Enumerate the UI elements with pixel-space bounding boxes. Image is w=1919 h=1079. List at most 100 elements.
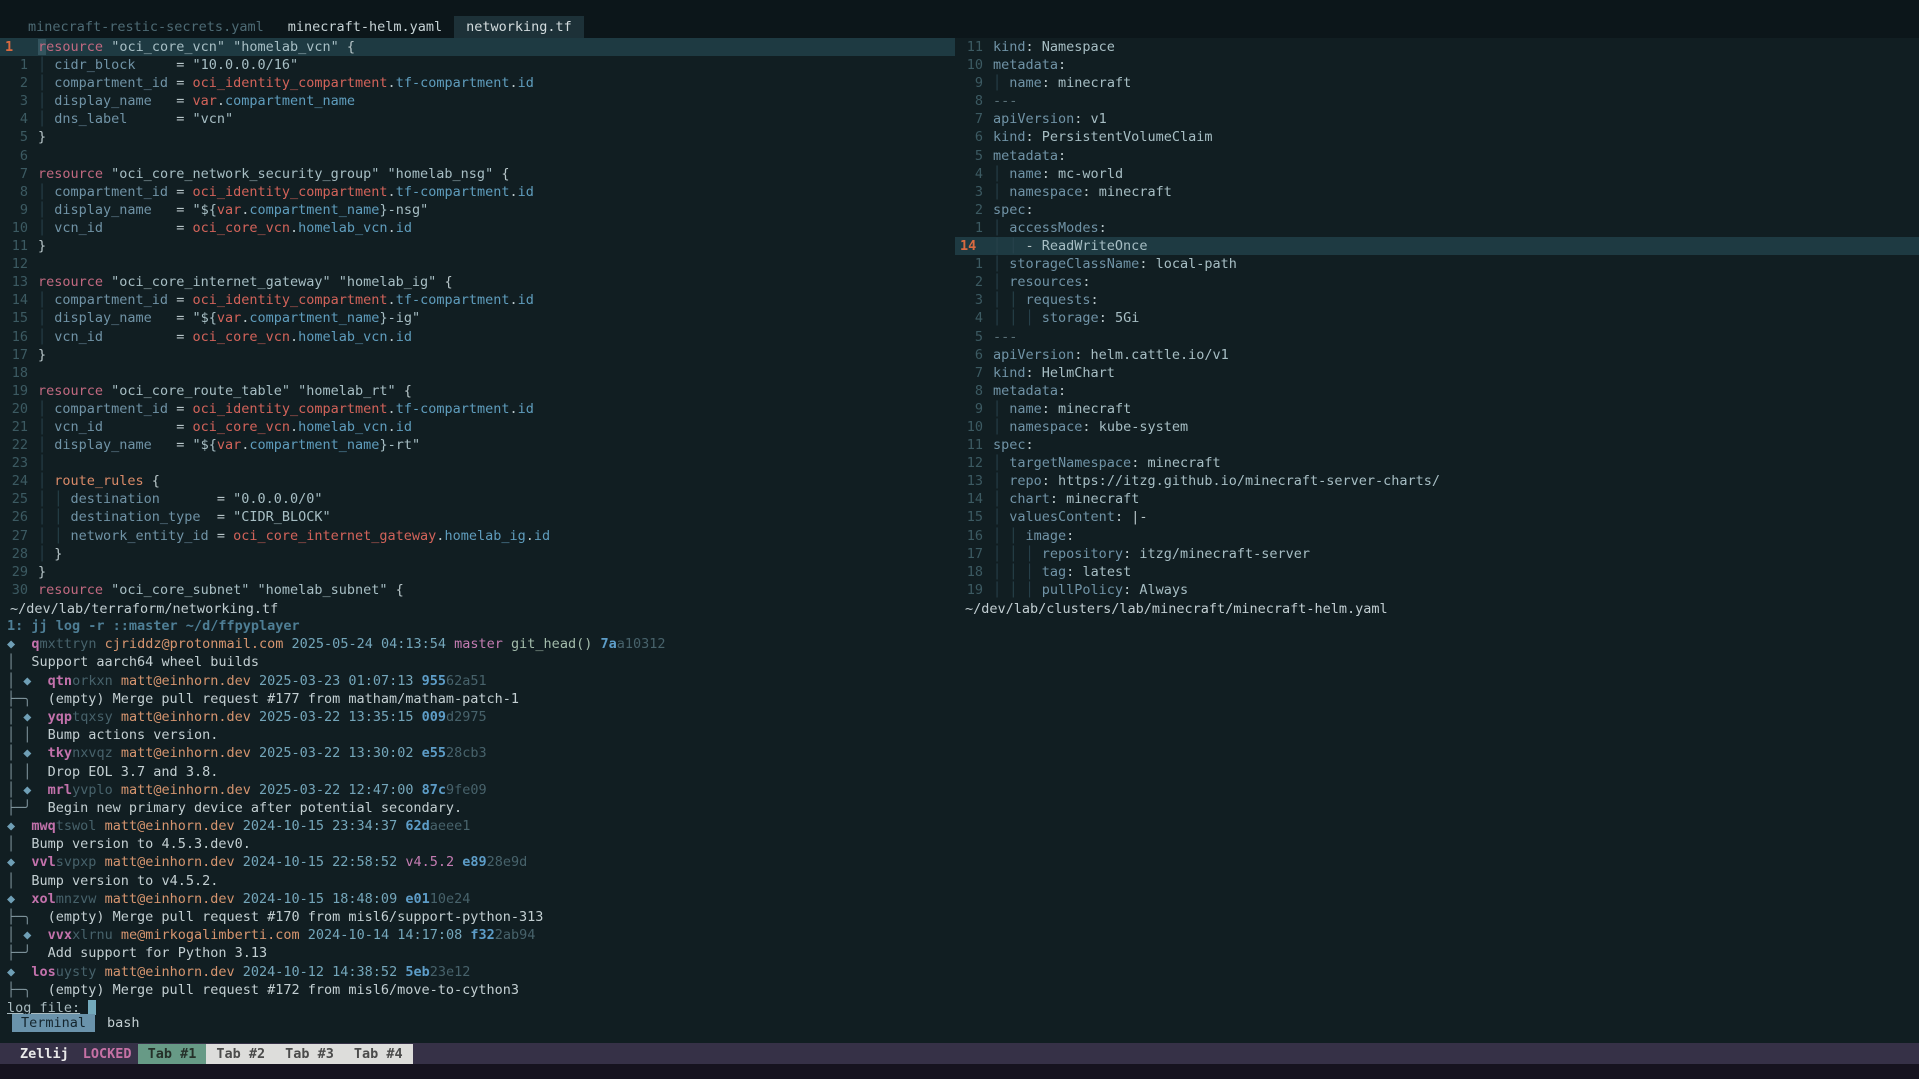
text-segment: vcn_id	[54, 220, 103, 236]
line-number: 26	[0, 508, 30, 526]
buffer-tab[interactable]: minecraft-helm.yaml	[276, 16, 454, 38]
editor-line[interactable]: 19resource "oci_core_route_table" "homel…	[0, 382, 955, 400]
editor-line[interactable]: 5}	[0, 128, 955, 146]
editor-line[interactable]: 10metadata:	[955, 56, 1919, 74]
editor-line[interactable]: 27│ │ network_entity_id = oci_core_inter…	[0, 527, 955, 545]
editor-line[interactable]: 16│ vcn_id = oci_core_vcn.homelab_vcn.id	[0, 328, 955, 346]
text-segment: compartment_id	[54, 184, 168, 200]
text-segment: Namespace	[1042, 39, 1115, 55]
editor-line[interactable]: 9│ name: minecraft	[955, 74, 1919, 92]
editor-line[interactable]: 10│ vcn_id = oci_core_vcn.homelab_vcn.id	[0, 219, 955, 237]
editor-line[interactable]: 19│ │ │ pullPolicy: Always	[955, 581, 1919, 599]
editor-line[interactable]: 2│ resources:	[955, 273, 1919, 291]
editor-line[interactable]: 10│ namespace: kube-system	[955, 418, 1919, 436]
editor-line[interactable]: 1│ storageClassName: local-path	[955, 255, 1919, 273]
editor-line[interactable]: 8metadata:	[955, 382, 1919, 400]
editor-line[interactable]: 4│ name: mc-world	[955, 165, 1919, 183]
editor-line[interactable]: 15│ display_name = "${var.compartment_na…	[0, 309, 955, 327]
editor-line[interactable]: 7resource "oci_core_network_security_gro…	[0, 165, 955, 183]
text-segment: kind	[993, 39, 1026, 55]
editor-line[interactable]: 18	[0, 364, 955, 382]
editor-line[interactable]: 14│ │ - ReadWriteOnce	[955, 237, 1919, 255]
text-segment: .	[388, 401, 396, 417]
code-line: │ repo: https://itzg.github.io/minecraft…	[985, 472, 1440, 490]
text-segment	[103, 39, 111, 55]
editor-line[interactable]: 23│	[0, 454, 955, 472]
text-segment: "vcn"	[192, 111, 233, 127]
editor-line[interactable]: 14│ compartment_id = oci_identity_compar…	[0, 291, 955, 309]
editor-line[interactable]: 4│ │ │ storage: 5Gi	[955, 309, 1919, 327]
editor-line[interactable]: 15│ valuesContent: |-	[955, 508, 1919, 526]
text-segment: {	[144, 473, 160, 489]
text-segment: │ │	[993, 292, 1026, 308]
text-segment: {	[388, 582, 404, 598]
editor-line[interactable]: 25│ │ destination = "0.0.0.0/0"	[0, 490, 955, 508]
editor-line[interactable]: 5metadata:	[955, 147, 1919, 165]
text-segment: ├─╮	[7, 982, 31, 998]
editor-line[interactable]: 17│ │ │ repository: itzg/minecraft-serve…	[955, 545, 1919, 563]
editor-line[interactable]: 6kind: PersistentVolumeClaim	[955, 128, 1919, 146]
line-number: 7	[0, 165, 30, 183]
editor-line[interactable]: 3│ │ requests:	[955, 291, 1919, 309]
buffer-tab[interactable]: networking.tf	[454, 16, 584, 38]
editor-line[interactable]: 2spec:	[955, 201, 1919, 219]
editor-line[interactable]: 11}	[0, 237, 955, 255]
editor-line[interactable]: 2│ compartment_id = oci_identity_compart…	[0, 74, 955, 92]
editor-line[interactable]: 30resource "oci_core_subnet" "homelab_su…	[0, 581, 955, 599]
text-segment: :	[1042, 401, 1058, 417]
editor-pane-networking-tf[interactable]: 1resource "oci_core_vcn" "homelab_vcn" {…	[0, 38, 955, 618]
zellij-tab[interactable]: Tab #4	[344, 1044, 413, 1064]
editor-line[interactable]: 28│ }	[0, 545, 955, 563]
text-segment: .	[388, 419, 396, 435]
editor-line[interactable]: 14│ chart: minecraft	[955, 490, 1919, 508]
line-number: 7	[955, 364, 985, 382]
editor-line[interactable]: 8---	[955, 92, 1919, 110]
editor-line[interactable]: 21│ vcn_id = oci_core_vcn.homelab_vcn.id	[0, 418, 955, 436]
editor-line[interactable]: 22│ display_name = "${var.compartment_na…	[0, 436, 955, 454]
editor-line[interactable]: 9│ name: minecraft	[955, 400, 1919, 418]
editor-line[interactable]: 24│ route_rules {	[0, 472, 955, 490]
editor-line[interactable]: 7apiVersion: v1	[955, 110, 1919, 128]
editor-line[interactable]: 13resource "oci_core_internet_gateway" "…	[0, 273, 955, 291]
editor-line[interactable]: 26│ │ destination_type = "CIDR_BLOCK"	[0, 508, 955, 526]
text-segment: "homelab_vcn"	[233, 39, 339, 55]
editor-line[interactable]: 29}	[0, 563, 955, 581]
buffer-tab[interactable]: minecraft-restic-secrets.yaml	[16, 16, 276, 38]
zellij-tab[interactable]: Tab #2	[206, 1044, 275, 1064]
editor-line[interactable]: 1│ cidr_block = "10.0.0.0/16"	[0, 56, 955, 74]
editor-line[interactable]: 1resource "oci_core_vcn" "homelab_vcn" {	[0, 38, 955, 56]
editor-line[interactable]: 9│ display_name = "${var.compartment_nam…	[0, 201, 955, 219]
line-number: 1	[0, 38, 30, 56]
editor-line[interactable]: 11spec:	[955, 436, 1919, 454]
editor-line[interactable]: 17}	[0, 346, 955, 364]
editor-line[interactable]: 20│ compartment_id = oci_identity_compar…	[0, 400, 955, 418]
code-line: apiVersion: v1	[985, 110, 1107, 128]
editor-line[interactable]: 7kind: HelmChart	[955, 364, 1919, 382]
editor-line[interactable]: 11kind: Namespace	[955, 38, 1919, 56]
text-segment: 955	[422, 673, 446, 689]
editor-line[interactable]: 18│ │ │ tag: latest	[955, 563, 1919, 581]
line-number: 25	[0, 490, 30, 508]
editor-line[interactable]: 6apiVersion: helm.cattle.io/v1	[955, 346, 1919, 364]
editor-line[interactable]: 16│ │ image:	[955, 527, 1919, 545]
text-segment	[251, 673, 259, 689]
editor-line[interactable]: 8│ compartment_id = oci_identity_compart…	[0, 183, 955, 201]
code-line: │	[30, 454, 46, 472]
zellij-tab[interactable]: Tab #1	[138, 1044, 207, 1064]
prompt-line[interactable]: log file:	[0, 999, 1919, 1017]
code-line: resource "oci_core_route_table" "homelab…	[30, 382, 412, 400]
zellij-tab[interactable]: Tab #3	[275, 1044, 344, 1064]
editor-line[interactable]: 1│ accessModes:	[955, 219, 1919, 237]
editor-line[interactable]: 5---	[955, 328, 1919, 346]
editor-line[interactable]: 4│ dns_label = "vcn"	[0, 110, 955, 128]
editor-line[interactable]: 12│ targetNamespace: minecraft	[955, 454, 1919, 472]
text-segment: "oci_core_route_table"	[111, 383, 290, 399]
terminal-pane[interactable]: 1: jj log -r ::master ~/d/ffpyplayer ◆ q…	[0, 617, 1919, 1017]
editor-line[interactable]: 6	[0, 147, 955, 165]
editor-line[interactable]: 3│ namespace: minecraft	[955, 183, 1919, 201]
editor-pane-minecraft-helm-yaml[interactable]: 11kind: Namespace10metadata:9│ name: min…	[955, 38, 1919, 618]
text-segment: │	[38, 75, 54, 91]
editor-line[interactable]: 13│ repo: https://itzg.github.io/minecra…	[955, 472, 1919, 490]
editor-line[interactable]: 3│ display_name = var.compartment_name	[0, 92, 955, 110]
editor-line[interactable]: 12	[0, 255, 955, 273]
